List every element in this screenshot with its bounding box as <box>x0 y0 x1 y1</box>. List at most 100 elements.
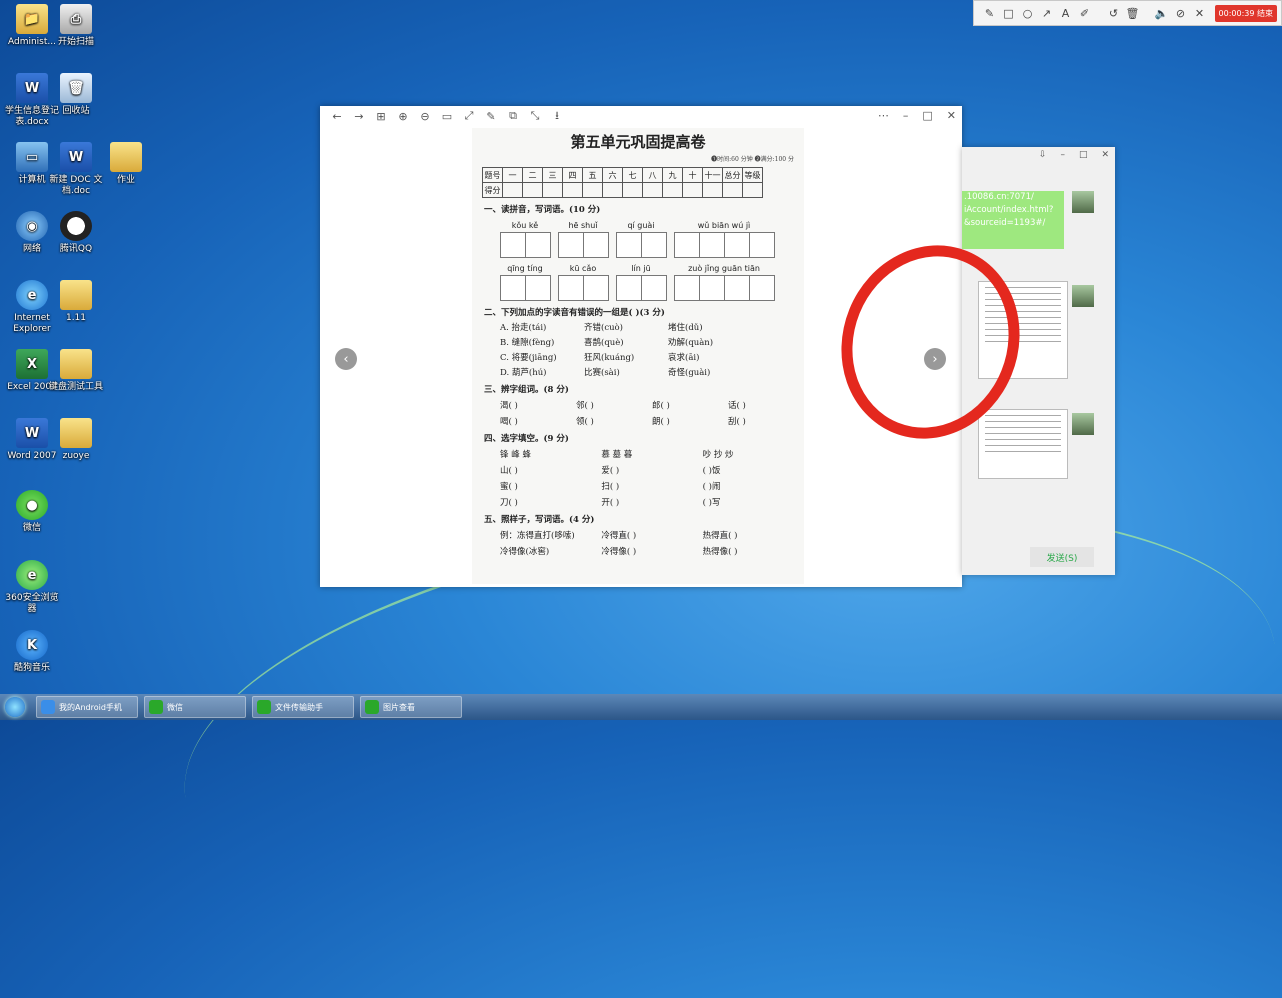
taskbar-item-2[interactable]: 文件传输助手 <box>252 696 354 718</box>
text-icon[interactable]: A <box>1056 3 1075 23</box>
volume-icon[interactable]: 🔈 <box>1152 3 1171 23</box>
score-header-cell: 五 <box>582 167 603 183</box>
writing-grid[interactable] <box>558 275 609 301</box>
send-button[interactable]: 发送(S) <box>1030 547 1094 567</box>
writing-grid[interactable] <box>500 275 551 301</box>
desktop-icon-5[interactable]: W 新建 DOC 文档.doc <box>48 142 104 197</box>
undo-icon[interactable]: ↺ <box>1104 3 1123 23</box>
app-icon <box>257 700 271 714</box>
minimize-icon[interactable]: – <box>1060 150 1065 160</box>
desktop-icon-15[interactable]: ● 微信 <box>4 490 60 534</box>
taskbar-item-0[interactable]: 我的Android手机 <box>36 696 138 718</box>
writing-grid[interactable] <box>616 275 667 301</box>
pinyin-group: qīng tíng <box>500 264 551 301</box>
pinyin-text: zuò jǐng guān tiān <box>688 264 760 273</box>
pinyin-text: qí guài <box>627 221 655 230</box>
desktop-icon-16[interactable]: e 360安全浏览器 <box>4 560 60 615</box>
copy-icon[interactable]: ⧉ <box>502 109 524 123</box>
writing-grid[interactable] <box>674 275 775 301</box>
close-icon[interactable]: ✕ <box>1190 3 1209 23</box>
zoom-out-icon[interactable]: ⊖ <box>414 110 436 123</box>
text-cell: ( )闹 <box>702 482 721 492</box>
text-cell: 话( ) <box>728 401 746 411</box>
maximize-icon[interactable]: □ <box>922 109 932 122</box>
highlighter-icon[interactable]: ✐ <box>1075 3 1094 23</box>
desktop-icon-17[interactable]: K 酷狗音乐 <box>4 630 60 674</box>
writing-grid[interactable] <box>558 232 609 258</box>
desktop-icon-6[interactable]: 作业 <box>98 142 154 186</box>
text-cell: 渴( ) <box>500 401 518 411</box>
score-table: 题号一二三四五六七八九十十一 总分 等级 得分 <box>482 167 763 198</box>
360-icon: e <box>16 560 48 590</box>
trash-icon[interactable]: 🗑 <box>1123 3 1142 23</box>
score-cell <box>542 182 563 198</box>
forward-icon[interactable]: → <box>348 110 370 123</box>
arrow-icon[interactable]: ↗ <box>1037 3 1056 23</box>
text-cell: 冷得像(冰窖) <box>500 547 550 557</box>
chat-link-line: .10086.cn:7071/ <box>964 192 1034 202</box>
camera-off-icon[interactable]: ⊘ <box>1171 3 1190 23</box>
avatar <box>1072 413 1094 435</box>
text-line: 刀( ) 开( ) ( )写 <box>500 496 804 508</box>
desktop-icon-14[interactable]: zuoye <box>48 418 104 462</box>
chat-message-bubble[interactable]: .10086.cn:7071/iAccount/index.html? &sour… <box>962 191 1064 249</box>
score-header-cell: 等级 <box>742 167 763 183</box>
pin-icon[interactable]: ⇩ <box>1039 150 1047 160</box>
taskbar-item-label: 文件传输助手 <box>275 702 323 712</box>
desktop-icon-12[interactable]: 键盘测试工具 <box>48 349 104 393</box>
section-2-heading: 二、下列加点的字读音有错误的一组是( )(3 分) <box>484 308 665 318</box>
minimize-icon[interactable]: – <box>903 109 909 122</box>
circle-icon[interactable]: ○ <box>1018 3 1037 23</box>
taskbar: 我的Android手机 微信 文件传输助手 图片查看 <box>0 694 1282 720</box>
stop-recording-button[interactable]: 00:00:39 结束 <box>1214 4 1277 22</box>
choice-group: 吵 抄 炒 <box>702 450 734 460</box>
text-cell: 狂风(kuáng) <box>584 353 635 363</box>
desktop-icon-label: 酷狗音乐 <box>13 663 50 673</box>
taskbar-item-3[interactable]: 图片查看 <box>360 696 462 718</box>
writing-grid[interactable] <box>500 232 551 258</box>
zoom-in-icon[interactable]: ⊕ <box>392 110 414 123</box>
back-icon[interactable]: ← <box>326 110 348 123</box>
chat-image-thumbnail[interactable] <box>978 409 1068 479</box>
word-icon: W <box>16 418 48 448</box>
writing-grid[interactable] <box>674 232 775 258</box>
score-cell <box>662 182 683 198</box>
prev-image-button[interactable]: ‹ <box>335 348 357 370</box>
text-cell: 比赛(sài) <box>584 368 620 378</box>
qq-icon <box>60 211 92 241</box>
fullscreen-icon[interactable]: ⤡ <box>524 109 546 123</box>
fit-icon[interactable]: ▭ <box>436 110 458 123</box>
choice-group: 慕 墓 暮 <box>601 450 633 460</box>
rotate-icon[interactable]: ⤢ <box>458 109 480 123</box>
start-button[interactable] <box>0 694 30 720</box>
score-cell <box>502 182 523 198</box>
desktop-icon-label: 微信 <box>22 523 41 533</box>
desktop-icon-3[interactable]: 🗑 回收站 <box>48 73 104 117</box>
text-cell: ( )写 <box>702 498 721 508</box>
taskbar-item-1[interactable]: 微信 <box>144 696 246 718</box>
desktop-icon-label: 回收站 <box>62 106 90 116</box>
close-icon[interactable]: ✕ <box>1101 150 1109 160</box>
pen-icon[interactable]: ✎ <box>980 3 999 23</box>
grid-icon[interactable]: ⊞ <box>370 110 392 123</box>
text-line: D. 葫芦(hú) 比赛(sài) 奇怪(guài) <box>500 366 804 378</box>
desktop-icon-1[interactable]: ⎙ 开始扫描 <box>48 4 104 48</box>
pinyin-row-1: kǒu kě hē shuǐ qí guài wǔ biān wú jì <box>500 221 804 258</box>
edit-icon[interactable]: ✎ <box>480 110 502 123</box>
text-cell: 邻( ) <box>576 401 594 411</box>
avatar <box>1072 191 1094 213</box>
desktop-icon-label: 作业 <box>116 175 135 185</box>
desktop-icon-label: 1.11 <box>65 313 87 323</box>
download-icon[interactable]: ⭳ <box>546 107 568 126</box>
pinyin-text: kǒu kě <box>511 221 539 230</box>
desktop-icon-10[interactable]: 1.11 <box>48 280 104 324</box>
desktop-icon-8[interactable]: 腾讯QQ <box>48 211 104 255</box>
section-2-options: A. 抬走(tái) 齐错(cuò) 堵住(dǔ) B. 缝隙(fèng) 喜鹊(què… <box>472 321 804 378</box>
writing-grid[interactable] <box>616 232 667 258</box>
close-icon[interactable]: ✕ <box>947 109 956 122</box>
app-icon <box>149 700 163 714</box>
text-cell: 喝( ) <box>500 417 518 427</box>
more-icon[interactable]: ⋯ <box>878 109 889 122</box>
maximize-icon[interactable]: □ <box>1079 150 1088 160</box>
rectangle-icon[interactable]: □ <box>999 3 1018 23</box>
